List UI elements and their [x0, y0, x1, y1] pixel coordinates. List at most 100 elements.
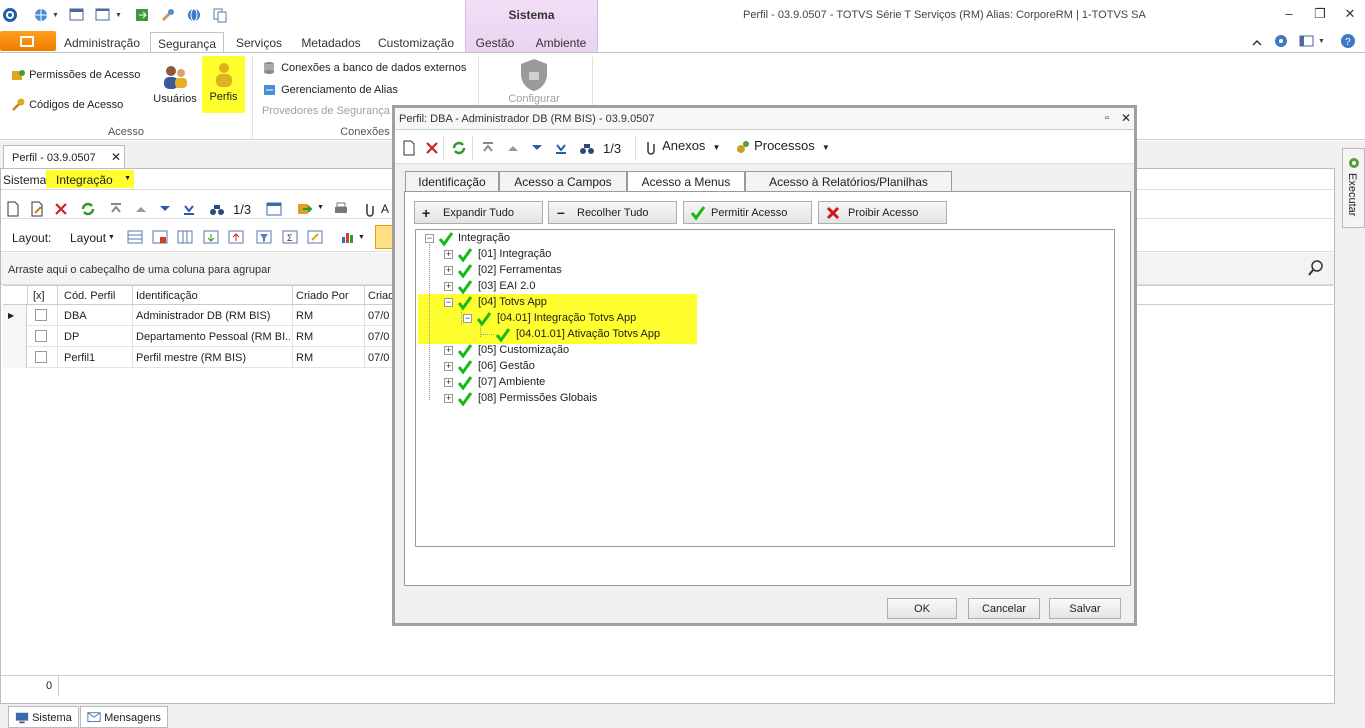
tab-identificacao[interactable]: Identificação [405, 171, 499, 192]
file-menu-button[interactable] [0, 31, 56, 51]
tab-customizacao[interactable]: Customização [376, 32, 456, 52]
executar-side-panel[interactable]: Executar [1342, 148, 1365, 228]
alias-button[interactable]: Gerenciamento de Alias [262, 82, 398, 98]
proibir-acesso-button[interactable]: Proibir Acesso [818, 201, 947, 224]
tree-node-07[interactable]: [07] Ambiente [478, 376, 545, 388]
next-record-icon[interactable] [529, 140, 545, 156]
print-icon[interactable] [333, 201, 349, 217]
previous-record-icon[interactable] [505, 140, 521, 156]
last-record-icon[interactable] [553, 140, 569, 156]
view-options-icon[interactable] [1299, 33, 1315, 49]
col-criado-por[interactable]: Criado Por [296, 290, 349, 302]
chart-icon[interactable] [340, 229, 356, 245]
codigos-acesso-button[interactable]: Códigos de Acesso [10, 97, 123, 113]
app-logo-icon[interactable] [2, 7, 18, 23]
tab-seguranca[interactable]: Segurança [150, 32, 224, 53]
tab-acesso-campos[interactable]: Acesso a Campos [499, 171, 627, 192]
close-icon[interactable]: ✕ [1340, 6, 1360, 24]
collapse-toggle[interactable]: − [463, 314, 472, 323]
collapse-ribbon-icon[interactable] [1249, 35, 1265, 51]
bottom-tab-mensagens[interactable]: Mensagens [80, 706, 168, 728]
tree-node-05[interactable]: [05] Customização [478, 344, 569, 356]
table-row[interactable]: DP Departamento Pessoal (RM BI... RM 07/… [3, 326, 393, 347]
next-record-icon[interactable] [157, 201, 173, 217]
grid-edit-icon[interactable] [307, 229, 323, 245]
refresh-icon[interactable] [80, 201, 96, 217]
grid-export-icon[interactable] [203, 229, 219, 245]
ok-button[interactable]: OK [887, 598, 957, 619]
tab-servicos[interactable]: Serviços [232, 32, 286, 52]
binoculars-icon[interactable] [209, 201, 225, 217]
anexos-menu[interactable]: Anexos ▼ [643, 138, 720, 155]
grid-import-icon[interactable] [228, 229, 244, 245]
new-icon[interactable] [401, 140, 417, 156]
last-record-icon[interactable] [181, 201, 197, 217]
tree-node-01[interactable]: [01] Integração [478, 248, 551, 260]
sistema-combo[interactable]: Integração ▼ [46, 170, 134, 188]
grid-sum-icon[interactable]: Σ [282, 229, 298, 245]
process-arrow-icon[interactable] [297, 201, 313, 217]
dropdown-arrow-icon[interactable]: ▼ [1318, 38, 1325, 45]
col-cod-perfil[interactable]: Cód. Perfil [64, 290, 115, 302]
previous-record-icon[interactable] [133, 201, 149, 217]
minimize-icon[interactable]: – [1279, 6, 1299, 24]
row-checkbox[interactable] [35, 351, 47, 363]
grid-layout-icon[interactable] [127, 229, 143, 245]
copy-icon[interactable] [212, 7, 228, 23]
globe-settings-icon[interactable] [33, 7, 49, 23]
provedores-button[interactable]: Provedores de Segurança [262, 105, 390, 117]
edit-icon[interactable] [29, 201, 45, 217]
attachment-icon[interactable] [362, 201, 378, 217]
tab-ambiente[interactable]: Ambiente [532, 32, 590, 52]
recolher-tudo-button[interactable]: – Recolher Tudo [548, 201, 677, 224]
col-criado[interactable]: Criad [368, 290, 394, 302]
layout-window-icon[interactable] [95, 7, 111, 23]
tree-node-02[interactable]: [02] Ferramentas [478, 264, 562, 276]
binoculars-icon[interactable] [579, 140, 595, 156]
close-tab-icon[interactable]: ✕ [111, 150, 121, 164]
tree-node-08[interactable]: [08] Permissões Globais [478, 392, 597, 404]
window-icon[interactable] [69, 7, 85, 23]
dropdown-arrow-icon[interactable]: ▼ [108, 234, 115, 241]
col-identificacao[interactable]: Identificação [136, 290, 198, 302]
dialog-close-icon[interactable]: ✕ [1121, 111, 1131, 125]
help-icon[interactable]: ? [1340, 33, 1356, 49]
expand-toggle[interactable]: + [444, 394, 453, 403]
tree-node-04[interactable]: [04] Totvs App [478, 296, 547, 308]
expand-toggle[interactable]: + [444, 378, 453, 387]
expand-toggle[interactable]: + [444, 282, 453, 291]
collapse-toggle[interactable]: − [444, 298, 453, 307]
row-checkbox[interactable] [35, 309, 47, 321]
dropdown-arrow-icon[interactable]: ▼ [52, 12, 59, 19]
usuarios-button[interactable]: Usuários [153, 61, 197, 111]
permissoes-acesso-button[interactable]: Permissões de Acesso [10, 67, 140, 83]
restore-icon[interactable]: ❐ [1310, 6, 1330, 24]
conexoes-bd-button[interactable]: Conexões a banco de dados externos [262, 60, 466, 76]
expand-toggle[interactable]: + [444, 250, 453, 259]
dropdown-arrow-icon[interactable]: ▼ [358, 234, 365, 241]
tree-node-06[interactable]: [06] Gestão [478, 360, 535, 372]
refresh-icon[interactable] [451, 140, 467, 156]
grid-save-icon[interactable] [152, 229, 168, 245]
configurar-button[interactable]: Configurar [505, 57, 563, 105]
table-row[interactable]: ▶ DBA Administrador DB (RM BIS) RM 07/0 [3, 305, 393, 326]
permitir-acesso-button[interactable]: Permitir Acesso [683, 201, 812, 224]
dropdown-arrow-icon[interactable]: ▼ [317, 204, 324, 211]
col-check[interactable]: [x] [33, 290, 45, 302]
bottom-tab-sistema[interactable]: Sistema [8, 706, 79, 728]
tab-metadados[interactable]: Metadados [298, 32, 364, 52]
expand-toggle[interactable]: + [444, 266, 453, 275]
maximize-icon[interactable]: ▫ [1105, 112, 1109, 124]
tab-acesso-relatorios[interactable]: Acesso à Relatórios/Planilhas [745, 171, 952, 192]
tab-administracao[interactable]: Administração [62, 32, 142, 52]
table-row[interactable]: Perfil1 Perfil mestre (RM BIS) RM 07/0 [3, 347, 393, 368]
help-globe-icon[interactable] [1273, 33, 1289, 49]
delete-icon[interactable] [424, 140, 440, 156]
collapse-toggle[interactable]: − [425, 234, 434, 243]
expand-toggle[interactable]: + [444, 362, 453, 371]
expandir-tudo-button[interactable]: + Expandir Tudo [414, 201, 543, 224]
new-icon[interactable] [5, 201, 21, 217]
preview-pane-icon[interactable] [375, 225, 393, 249]
grid-filter-icon[interactable] [256, 229, 272, 245]
layout-menu[interactable]: Layout [70, 231, 106, 245]
